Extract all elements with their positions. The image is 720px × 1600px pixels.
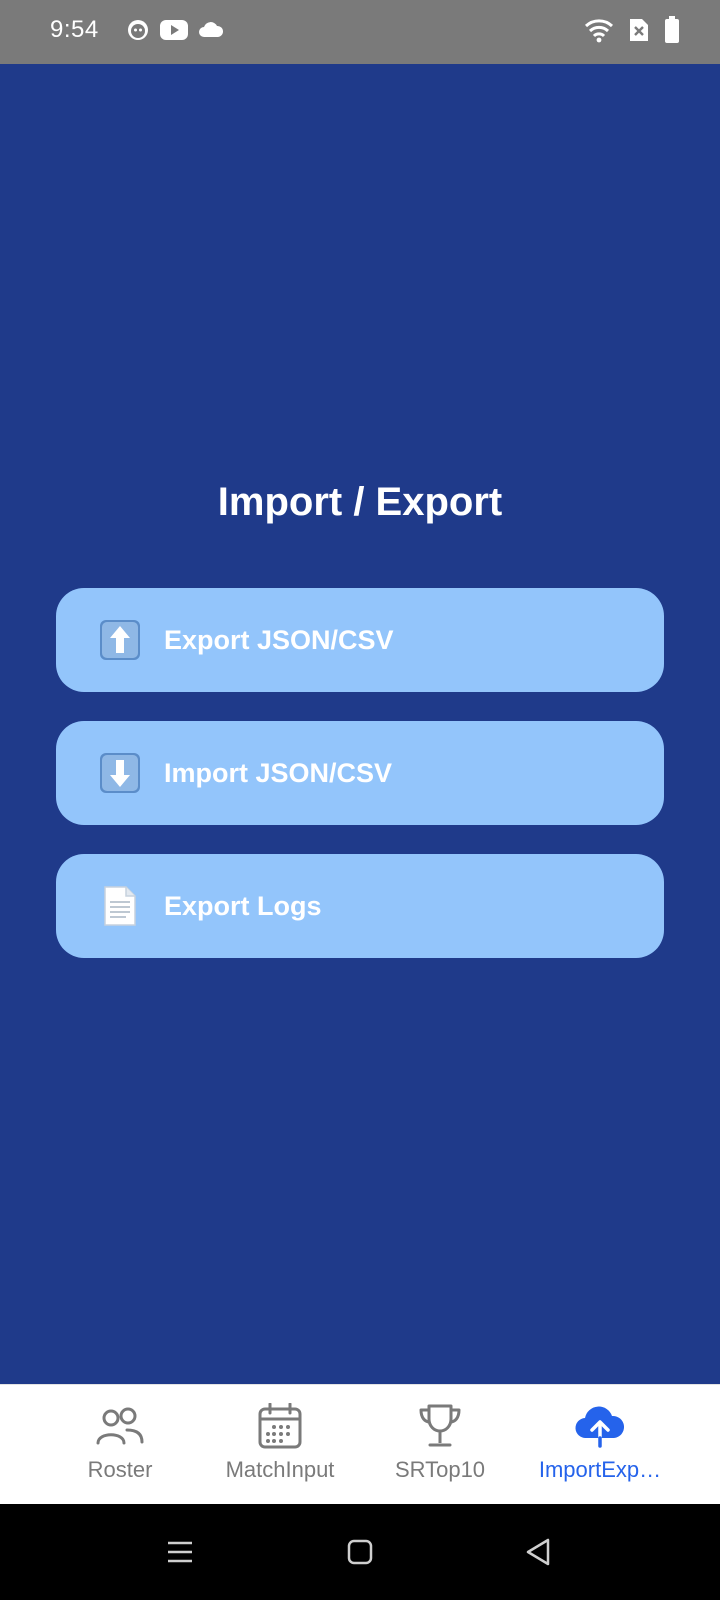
export-json-csv-button[interactable]: Export JSON/CSV	[56, 588, 664, 692]
status-notification-icons	[126, 18, 224, 47]
system-navigation-bar	[0, 1504, 720, 1600]
import-json-csv-button[interactable]: Import JSON/CSV	[56, 721, 664, 825]
export-logs-button[interactable]: Export Logs	[56, 854, 664, 958]
status-bar: 9:54	[0, 0, 720, 64]
export-json-csv-label: Export JSON/CSV	[164, 624, 394, 655]
youtube-icon	[160, 19, 188, 46]
status-time: 9:54	[50, 16, 99, 43]
home-icon[interactable]	[340, 1534, 380, 1570]
download-arrow-icon	[98, 751, 142, 795]
page-title: Import / Export	[217, 480, 503, 524]
back-icon[interactable]	[518, 1534, 558, 1570]
main-content: Import / Export Export JSON/CSV Import J…	[0, 64, 720, 1384]
import-json-csv-label: Import JSON/CSV	[164, 757, 393, 788]
people-icon	[95, 1401, 145, 1451]
document-icon	[98, 884, 142, 928]
cloud-upload-icon	[574, 1401, 626, 1451]
tab-matchinput[interactable]: MatchInput	[200, 1385, 360, 1505]
tab-srtop10-label: SRTop10	[394, 1457, 486, 1482]
wifi-icon	[584, 17, 614, 48]
tab-roster[interactable]: Roster	[40, 1385, 200, 1505]
recents-icon[interactable]	[160, 1534, 200, 1570]
tab-importexport-label: ImportExp…	[538, 1457, 662, 1482]
calendar-icon	[258, 1401, 302, 1451]
export-logs-label: Export Logs	[164, 890, 322, 921]
tab-roster-label: Roster	[87, 1457, 153, 1482]
cat-notification-icon	[126, 18, 150, 47]
cloud-icon	[198, 20, 224, 45]
sim-off-icon	[628, 17, 650, 48]
trophy-icon	[417, 1401, 463, 1451]
status-system-icons	[584, 16, 680, 49]
bottom-navigation: Roster MatchInput SRTop10 ImportExp…	[0, 1384, 720, 1504]
tab-matchinput-label: MatchInput	[225, 1457, 335, 1482]
tab-srtop10[interactable]: SRTop10	[360, 1385, 520, 1505]
battery-icon	[664, 16, 680, 49]
tab-importexport[interactable]: ImportExp…	[520, 1385, 680, 1505]
upload-arrow-icon	[98, 618, 142, 662]
